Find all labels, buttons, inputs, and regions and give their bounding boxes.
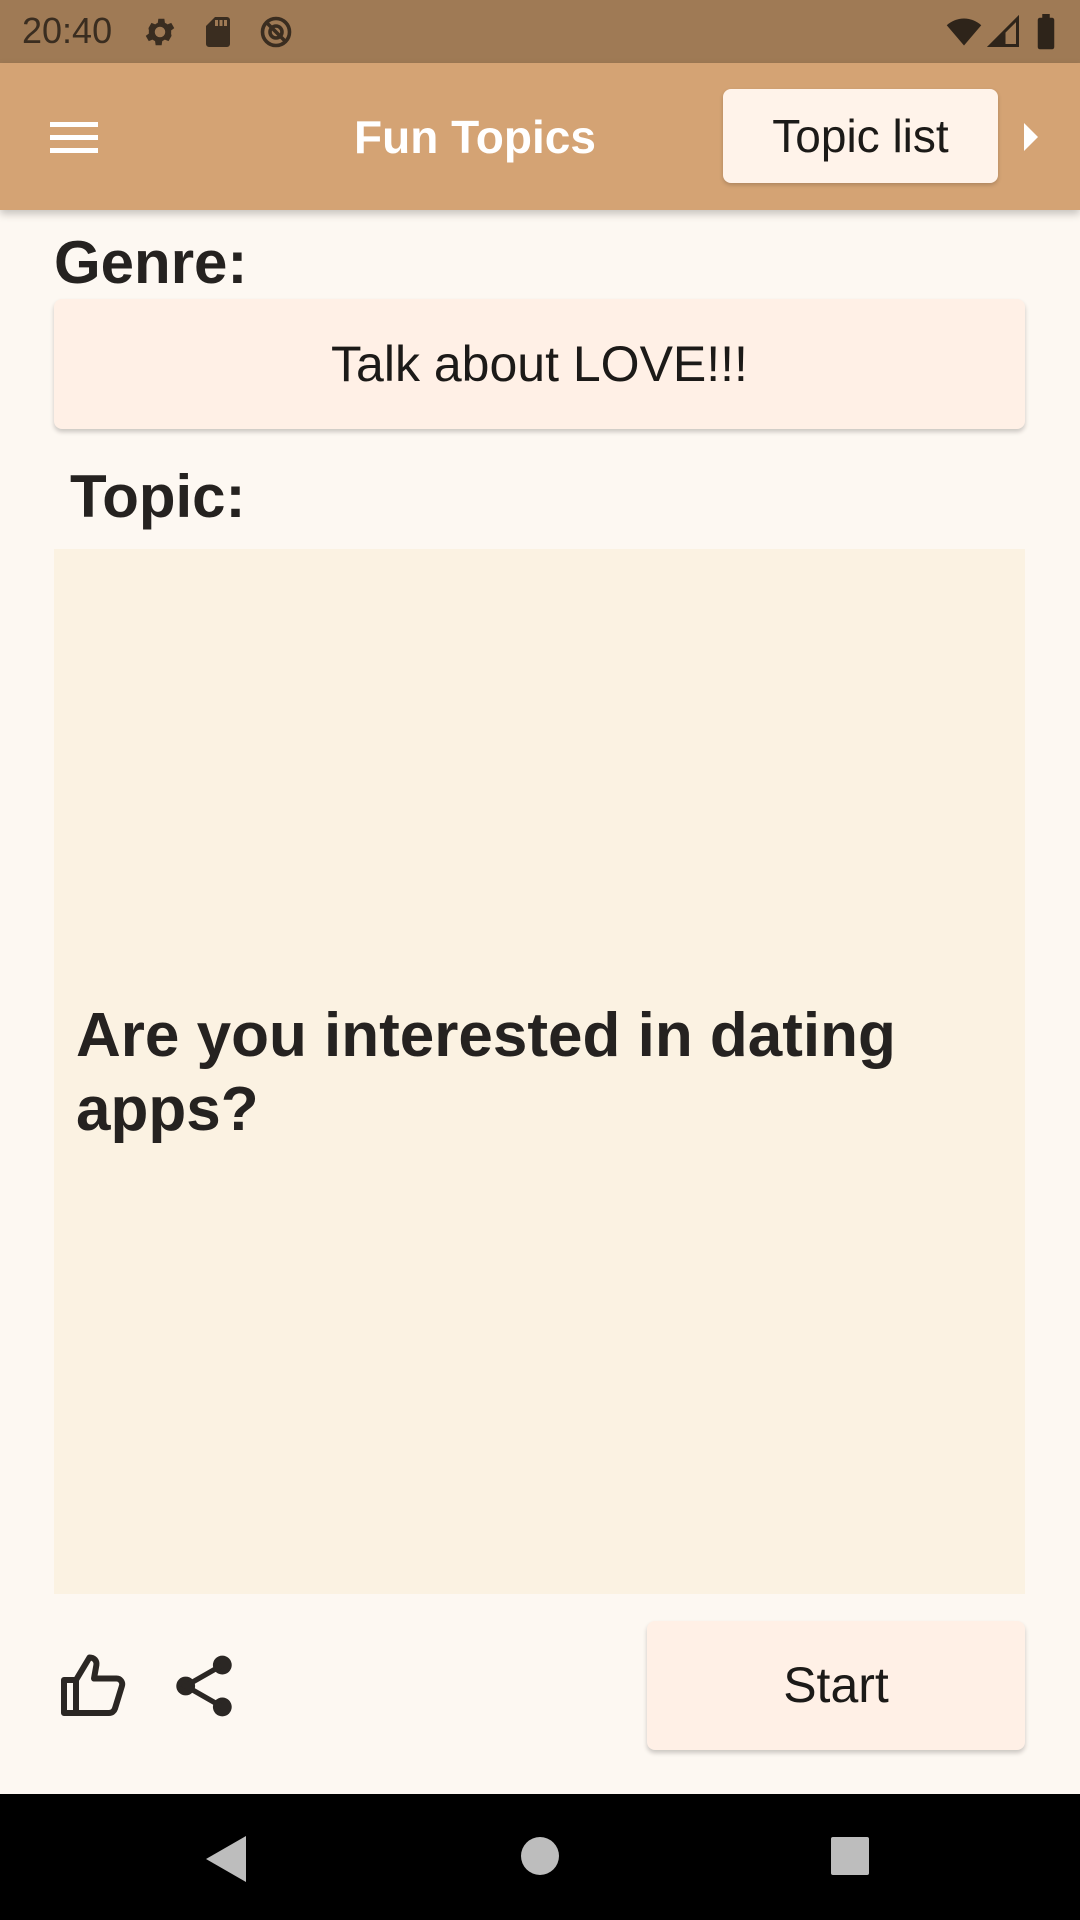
topic-list-button[interactable]: Topic list: [723, 89, 998, 183]
vpn-key-icon: [260, 16, 292, 48]
topic-label: Topic:: [70, 463, 246, 530]
navigation-bar: [0, 1794, 1080, 1920]
back-triangle-icon[interactable]: [202, 1834, 248, 1884]
cell-signal-icon: [986, 14, 1019, 47]
home-circle-icon[interactable]: [520, 1836, 560, 1876]
share-button[interactable]: [172, 1652, 236, 1720]
battery-icon: [1037, 14, 1055, 50]
recents-square-icon[interactable]: [830, 1836, 870, 1876]
hamburger-menu-icon: [50, 122, 98, 153]
sd-card-icon: [206, 17, 230, 47]
wifi-icon: [946, 18, 982, 46]
status-time: 20:40: [22, 10, 113, 51]
topic-text: Are you interested in dating apps?: [76, 1001, 896, 1144]
thumb-up-icon: [61, 1654, 126, 1716]
caret-right-icon[interactable]: [1020, 119, 1042, 155]
app-title: Fun Topics: [354, 111, 596, 163]
app-bar: Fun Topics Topic list: [0, 63, 1080, 210]
status-bar: 20:40: [0, 0, 1080, 63]
genre-label: Genre:: [54, 229, 248, 296]
start-button[interactable]: Start: [647, 1621, 1025, 1750]
topic-card: Are you interested in dating apps?: [54, 549, 1025, 1594]
app-screen: 20:40 Fun Topics Topic list Genre: Talk …: [0, 0, 1080, 1920]
like-button[interactable]: [58, 1650, 130, 1722]
gear-icon: [145, 18, 175, 46]
menu-button[interactable]: [30, 103, 118, 171]
genre-button[interactable]: Talk about LOVE!!!: [54, 299, 1025, 429]
share-icon: [176, 1655, 232, 1717]
